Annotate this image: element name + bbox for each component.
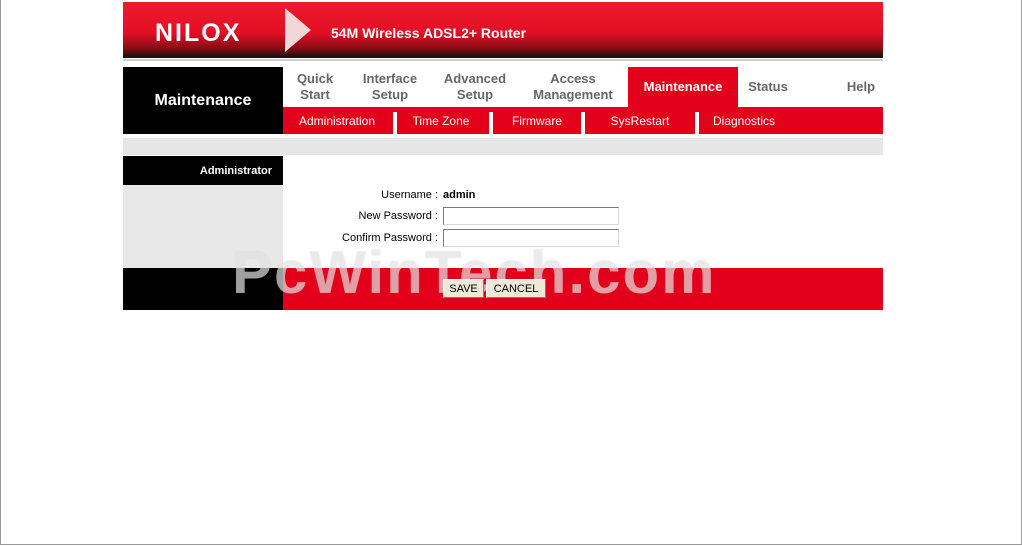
left-heading: Administrator [123,156,283,185]
subnav-administration[interactable]: Administration [283,107,391,134]
arrow-icon [285,8,311,52]
nav-advanced-setup[interactable]: Advanced Setup [435,67,515,107]
nav-label: Setup [456,87,494,102]
main-nav: Quick Start Interface Setup Advanced Setup … [283,67,883,107]
nav-access-management[interactable]: Access Management [523,67,623,107]
cancel-button[interactable]: CANCEL [486,279,546,298]
subnav-firmware[interactable]: Firmware [493,107,581,134]
confirm-password-label: Confirm Password : [342,232,438,244]
save-button[interactable]: SAVE [443,279,484,298]
nav-label: Advanced [443,71,507,86]
subnav-time-zone[interactable]: Time Zone [397,107,485,134]
nav-label: Start [300,87,330,102]
nav-label: Help [846,79,876,94]
product-title: 54M Wireless ADSL2+ Router [331,25,527,41]
nav-label: Quick [296,71,334,86]
nav-label: Access [550,71,596,86]
nilox-logo: NILOX [155,19,242,47]
nav-label: Management [533,87,613,102]
header-banner: NILOX 54M Wireless ADSL2+ Router [123,2,883,58]
banner-divider [123,59,883,61]
sub-nav: Administration Time Zone Firmware SysRes… [283,107,883,134]
subnav-diagnostics[interactable]: Diagnostics [699,107,789,134]
nav-maintenance[interactable]: Maintenance [628,67,738,107]
username-value: admin [443,189,476,201]
nav-interface-setup[interactable]: Interface Setup [353,67,427,107]
nav-label: Interface [362,71,418,86]
nav-status[interactable]: Status [739,67,797,107]
spacer-strip [123,138,883,155]
confirm-password-input[interactable] [443,229,619,247]
nav-label: Maintenance [643,79,723,94]
username-label: Username : [381,189,438,201]
nav-label: Setup [371,87,409,102]
new-password-label: New Password : [358,210,438,222]
nav-quick-start[interactable]: Quick Start [283,67,347,107]
subnav-sysrestart[interactable]: SysRestart [585,107,695,134]
footer-left [123,268,283,310]
new-password-input[interactable] [443,207,619,225]
section-title: Maintenance [123,67,283,134]
nav-help[interactable]: Help [831,67,891,107]
nav-label: Status [748,79,788,94]
footer-bar [283,268,883,310]
